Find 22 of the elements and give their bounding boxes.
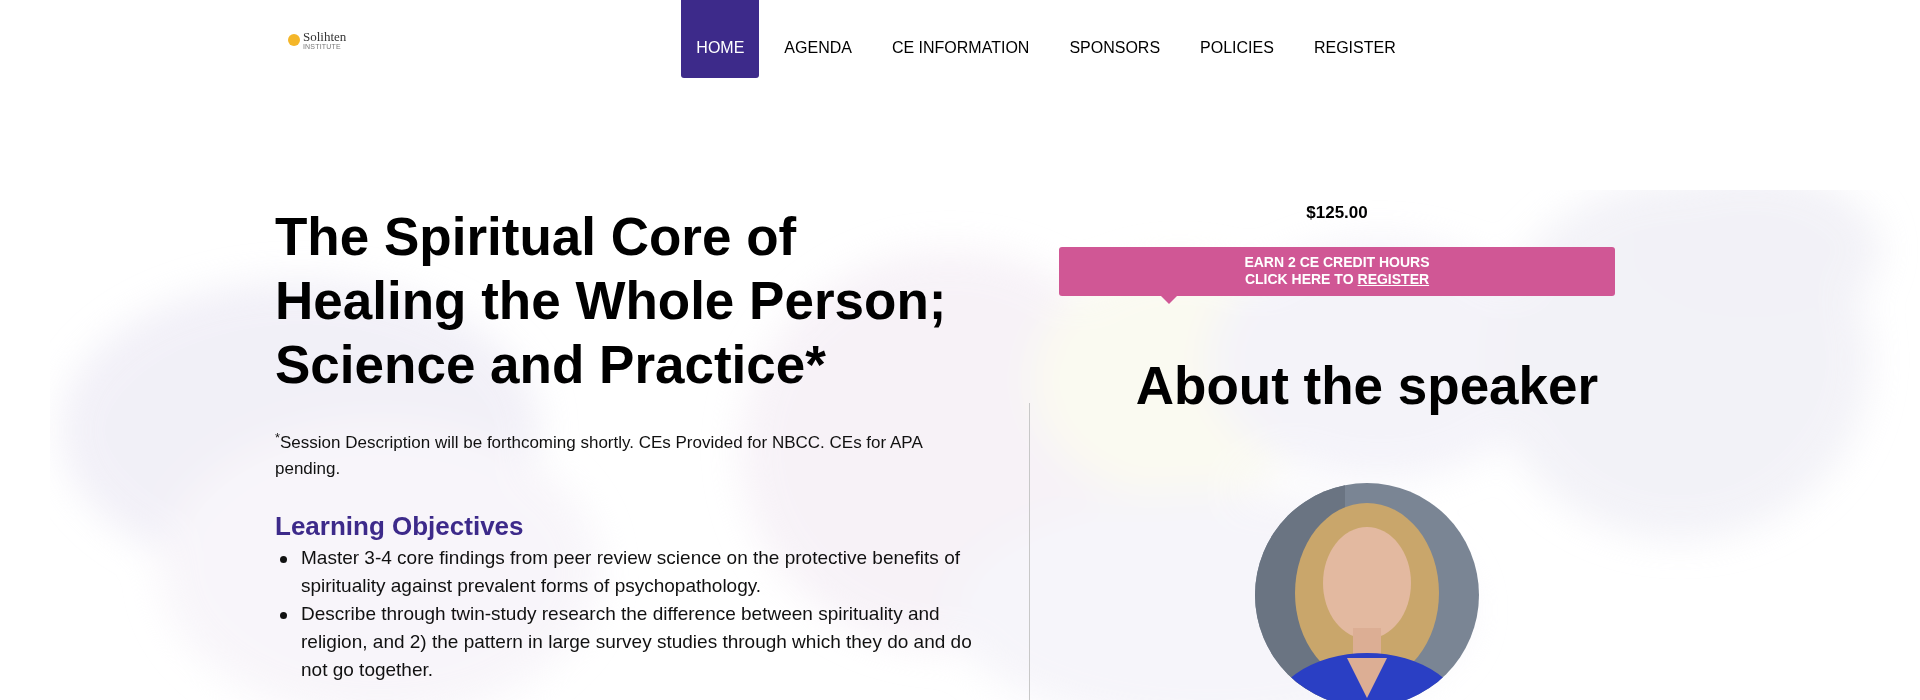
section-heading: Learning Objectives xyxy=(275,510,525,542)
price-text: $125.00 xyxy=(1306,202,1368,224)
callout-pointer-icon xyxy=(1161,295,1177,304)
nav-tab[interactable]: POLICIES xyxy=(1185,0,1289,78)
nav-tab[interactable]: CE INFORMATION xyxy=(876,0,1045,78)
banner-text: CLICK HERE TO xyxy=(1244,271,1354,288)
bullet-icon xyxy=(280,612,287,619)
banner-text: EARN 2 CE CREDIT HOURS xyxy=(1244,254,1430,271)
nav-tab[interactable]: HOME xyxy=(681,0,760,78)
logo-wordmark[interactable]: Solihten xyxy=(303,30,347,43)
section-heading: About the speaker xyxy=(1135,354,1599,417)
register-banner[interactable]: EARN 2 CE CREDIT HOURS CLICK HERE TO REGISTER xyxy=(1059,246,1615,296)
objective-text: Describe through twin-study research the difference between spirituality and religion, and 2) the pattern in large survey studies through which they do and do not go together. xyxy=(301,602,973,682)
session-note: $^{*}$Session Description will be forthcoming shortly. CEs Provided for NBCC. CEs for APA pending. xyxy=(275,430,924,480)
sun-logo-icon xyxy=(288,34,300,46)
bullet-icon xyxy=(280,556,287,563)
register-link[interactable]: REGISTER xyxy=(1357,271,1430,288)
page-title: The Spiritual Core of Healing the Whole Person; Science and Practice* xyxy=(275,206,948,396)
nav-tab[interactable]: AGENDA xyxy=(769,0,867,78)
objective-text: Master 3-4 core findings from peer review science on the protective benefits of spirituality against prevalent forms of psychopathology. xyxy=(301,546,961,598)
nav-tab[interactable]: REGISTER xyxy=(1298,0,1411,78)
nav-tab[interactable]: SPONSORS xyxy=(1054,0,1176,78)
